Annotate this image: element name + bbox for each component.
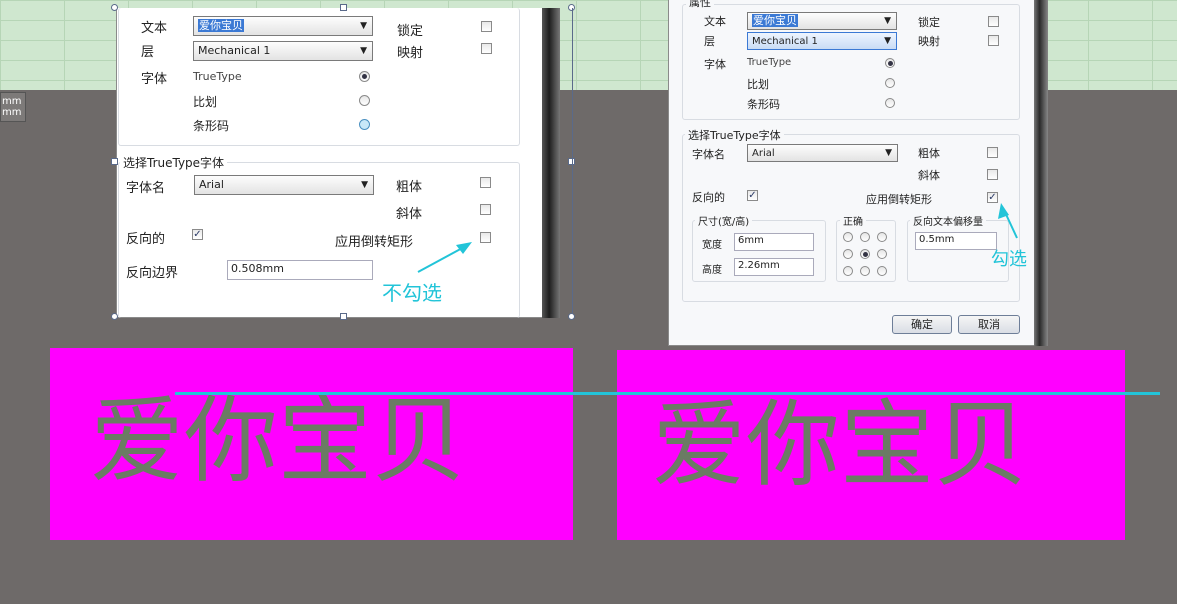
left-arrow-head-icon xyxy=(456,242,472,254)
left-annotation-arrow xyxy=(417,245,467,273)
right-canvas-text: 爱你宝贝 xyxy=(652,391,1029,500)
left-canvas-text: 爱你宝贝 xyxy=(90,387,467,496)
reference-line xyxy=(175,392,1160,395)
